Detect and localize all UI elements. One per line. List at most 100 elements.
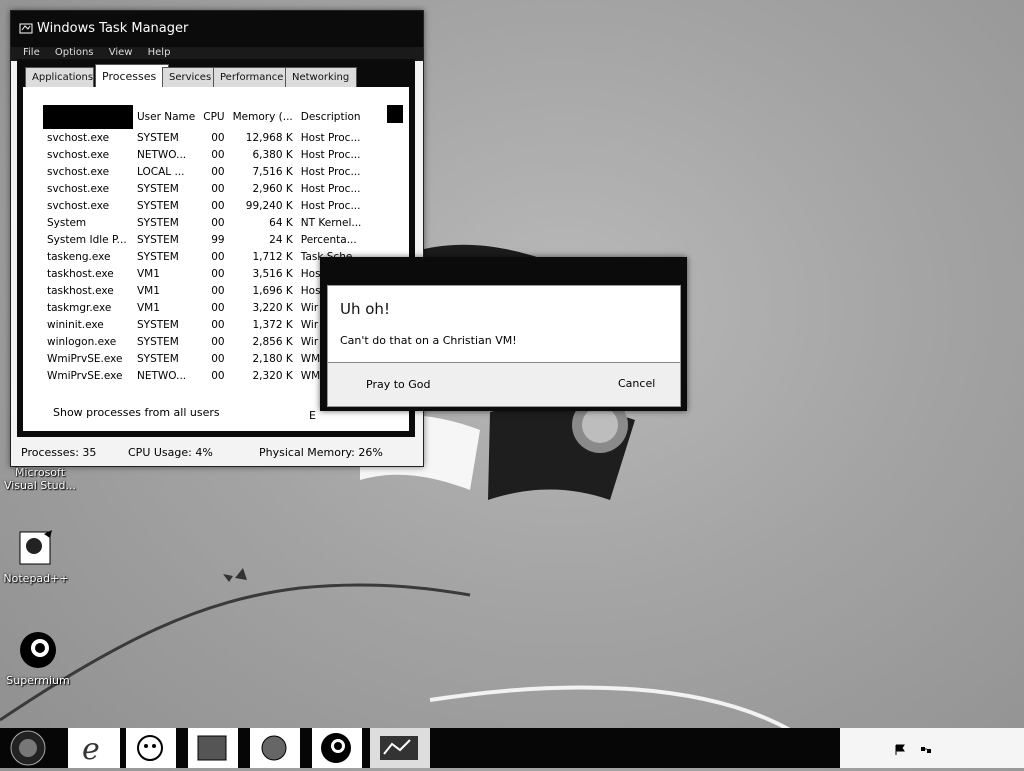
table-row[interactable]: taskhost.exe VM1 00 3,516 K Hos <box>43 265 366 282</box>
cell-user-name: SYSTEM <box>137 352 179 365</box>
column-header-image-name[interactable] <box>43 105 133 129</box>
task-manager-titlebar[interactable]: Windows Task Manager <box>11 11 423 47</box>
cell-image-name: svchost.exe <box>47 131 110 144</box>
table-row[interactable]: System Idle P... SYSTEM 99 24 K Percenta... <box>43 231 366 248</box>
cell-memory: 3,220 K <box>252 301 293 314</box>
status-processes: Processes: 35 <box>21 446 97 459</box>
process-table: User Name CPU Memory (... Description sv… <box>43 105 366 384</box>
cell-description: Percenta... <box>300 233 357 246</box>
tab-services[interactable]: Services <box>162 67 218 88</box>
table-row[interactable]: taskhost.exe VM1 00 1,696 K Hos <box>43 282 366 299</box>
taskbar: e <box>0 728 1024 768</box>
network-icon[interactable] <box>920 744 932 756</box>
cell-description: Host Proc... <box>300 199 361 212</box>
pray-to-god-button[interactable]: Pray to God <box>366 378 431 391</box>
process-rows: svchost.exe SYSTEM 00 12,968 K Host Proc... s… <box>43 129 366 384</box>
table-row[interactable]: System SYSTEM 00 64 K NT Kernel... <box>43 214 366 231</box>
column-header-description[interactable]: Description <box>297 105 367 129</box>
cell-memory: 2,856 K <box>252 335 293 348</box>
cell-user-name: SYSTEM <box>137 131 179 144</box>
cell-image-name: svchost.exe <box>47 182 110 195</box>
internet-explorer-icon: e <box>68 728 120 768</box>
menu-view[interactable]: View <box>109 47 133 58</box>
status-bar: Processes: 35 CPU Usage: 4% Physical Mem… <box>11 441 423 465</box>
table-row[interactable]: svchost.exe SYSTEM 00 2,960 K Host Proc... <box>43 180 366 197</box>
cell-user-name: SYSTEM <box>137 233 179 246</box>
cell-memory: 6,380 K <box>252 148 293 161</box>
table-row[interactable]: WmiPrvSE.exe SYSTEM 00 2,180 K WM <box>43 350 366 367</box>
table-row[interactable]: wininit.exe SYSTEM 00 1,372 K Wir <box>43 316 366 333</box>
table-row[interactable]: taskeng.exeSYSTEM001,712 KTask Sche... <box>43 248 366 265</box>
cell-memory: 99,240 K <box>245 199 293 212</box>
table-row[interactable]: WmiPrvSE.exe NETWO... 00 2,320 K WM <box>43 367 366 384</box>
cell-memory: 3,516 K <box>252 267 293 280</box>
cell-memory: 1,712 K <box>252 250 293 263</box>
cell-user-name: SYSTEM <box>137 318 179 331</box>
svg-text:e: e <box>82 732 100 767</box>
cell-image-name: WmiPrvSE.exe <box>47 352 123 365</box>
cell-cpu: 00 <box>211 335 225 348</box>
taskbar-task-manager[interactable] <box>370 728 430 768</box>
tab-performance[interactable]: Performance <box>213 67 289 88</box>
cell-user-name: SYSTEM <box>137 216 179 229</box>
cell-image-name: System <box>47 216 87 229</box>
cell-user-name: SYSTEM <box>137 335 179 348</box>
cell-image-name: winlogon.exe <box>47 335 117 348</box>
desktop-icon-label: Supermium <box>6 674 70 687</box>
status-physical-memory: Physical Memory: 26% <box>259 446 383 459</box>
tab-applications[interactable]: Applications <box>25 67 94 88</box>
cell-cpu: 00 <box>211 182 225 195</box>
taskbar-app-pattern[interactable] <box>184 728 240 768</box>
cell-user-name: VM1 <box>137 301 160 314</box>
desktop-icon-notepad-plus-plus[interactable]: Notepad++ <box>0 528 76 585</box>
desktop-icon-label: Microsoft Visual Stud... <box>3 466 77 492</box>
taskbar-app-globe[interactable] <box>246 728 302 768</box>
cell-user-name: SYSTEM <box>137 199 179 212</box>
cell-cpu: 00 <box>211 267 225 280</box>
flag-icon[interactable] <box>894 744 906 756</box>
tab-networking[interactable]: Networking <box>285 67 357 88</box>
table-row[interactable]: taskmgr.exe VM1 00 3,220 K Wir <box>43 299 366 316</box>
supermium-browser-icon <box>20 632 56 668</box>
cell-description: Host Proc... <box>300 165 361 178</box>
taskbar-supermium[interactable] <box>308 728 364 768</box>
cell-cpu: 99 <box>211 233 225 246</box>
cell-user-name: SYSTEM <box>137 182 179 195</box>
start-button[interactable] <box>0 728 56 768</box>
dialog-footer: Pray to God Cancel <box>328 363 680 406</box>
cell-image-name: svchost.exe <box>47 165 110 178</box>
cell-memory: 64 K <box>269 216 293 229</box>
cell-image-name: WmiPrvSE.exe <box>47 369 123 382</box>
table-row[interactable]: svchost.exe SYSTEM 00 99,240 K Host Proc... <box>43 197 366 214</box>
error-dialog: Uh oh! Can't do that on a Christian VM! … <box>320 257 687 411</box>
task-manager-active-icon <box>370 728 430 768</box>
table-row[interactable]: svchost.exe SYSTEM 00 12,968 K Host Proc... <box>43 129 366 146</box>
table-row[interactable]: winlogon.exe SYSTEM 00 2,856 K Wir <box>43 333 366 350</box>
show-all-users-checkbox[interactable]: Show processes from all users <box>53 406 220 419</box>
table-row[interactable]: svchost.exe LOCAL ... 00 7,516 K Host Proc..… <box>43 163 366 180</box>
column-header-user-name[interactable]: User Name <box>133 105 199 129</box>
cell-user-name: SYSTEM <box>137 250 179 263</box>
taskbar-app-face[interactable] <box>122 728 178 768</box>
cell-memory: 2,320 K <box>252 369 293 382</box>
menu-file[interactable]: File <box>23 47 40 58</box>
column-header-cpu[interactable]: CPU <box>199 105 228 129</box>
cell-cpu: 00 <box>211 216 225 229</box>
table-row[interactable]: svchost.exe NETWO... 00 6,380 K Host Proc... <box>43 146 366 163</box>
menu-help[interactable]: Help <box>148 47 171 58</box>
scrollbar[interactable] <box>387 105 403 123</box>
menu-options[interactable]: Options <box>55 47 94 58</box>
cell-image-name: taskeng.exe <box>47 250 111 263</box>
tab-processes[interactable]: Processes <box>95 64 169 89</box>
desktop-icon-supermium[interactable]: Supermium <box>0 630 78 687</box>
desktop-icon-visual-studio[interactable]: Microsoft Visual Stud... <box>0 466 80 492</box>
column-header-memory[interactable]: Memory (... <box>229 105 297 129</box>
cancel-button[interactable]: Cancel <box>618 377 655 390</box>
cell-cpu: 00 <box>211 352 225 365</box>
cell-cpu: 00 <box>211 250 225 263</box>
cell-user-name: NETWO... <box>137 369 187 382</box>
taskbar-internet-explorer[interactable]: e <box>64 728 120 768</box>
cell-cpu: 00 <box>211 131 225 144</box>
end-process-button[interactable]: E <box>309 409 316 422</box>
cell-cpu: 00 <box>211 148 225 161</box>
